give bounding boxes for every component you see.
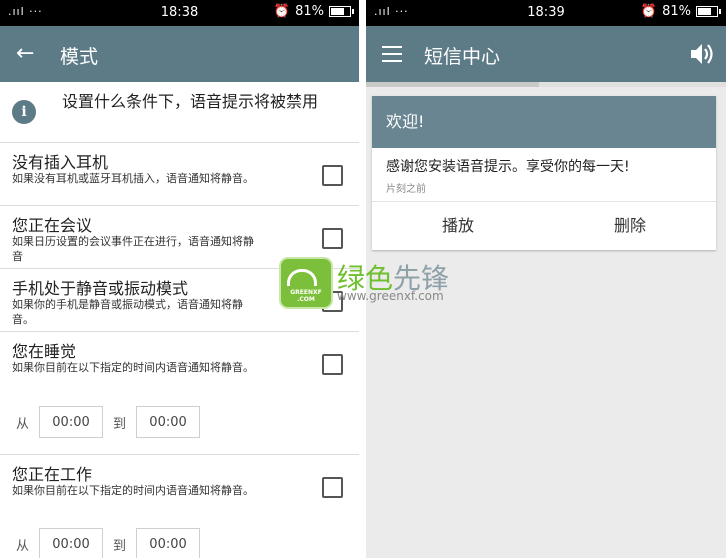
status-bar: .ııl ··· 18:38 ⏰ 81%	[0, 0, 359, 26]
sleep-time-range: 从 00:00 到 00:00	[16, 405, 210, 439]
back-arrow-icon[interactable]: ←	[16, 42, 40, 66]
from-label: 从	[16, 538, 30, 554]
setting-title: 您在睡觉	[12, 342, 77, 361]
sleeping-checkbox[interactable]	[322, 354, 343, 375]
play-button[interactable]: 播放	[372, 202, 544, 250]
status-bar: .ııl ··· 18:39 ⏰ 81%	[366, 0, 726, 26]
setting-working[interactable]: 您正在工作 如果你目前在以下指定的时间内语音通知将静音。 从 00:00 到 0…	[0, 455, 359, 558]
watermark-url: www.greenxf.com	[337, 289, 444, 303]
message-time: 片刻之前	[386, 184, 426, 195]
setting-title: 您正在工作	[12, 465, 93, 484]
in-meeting-checkbox[interactable]	[322, 228, 343, 249]
setting-title: 没有插入耳机	[12, 153, 109, 172]
battery-icon	[696, 6, 721, 17]
speaker-icon[interactable]	[688, 40, 716, 68]
app-bar: ← 模式	[0, 26, 359, 82]
setting-sleeping[interactable]: 您在睡觉 如果你目前在以下指定的时间内语音通知将静音。 从 00:00 到 00…	[0, 332, 359, 455]
battery-percent: 81%	[662, 4, 691, 19]
info-text: 设置什么条件下，语音提示将被禁用	[62, 92, 319, 111]
wifi-logo-icon	[287, 269, 317, 286]
alarm-icon: ⏰	[640, 4, 658, 19]
setting-description: 如果日历设置的会议事件正在进行，语音通知将静音	[12, 235, 254, 263]
no-headset-checkbox[interactable]	[322, 165, 343, 186]
message-card: 欢迎! 感谢您安装语音提示。享受你的每一天! 片刻之前 播放 删除	[372, 96, 716, 250]
setting-description: 如果没有耳机或蓝牙耳机插入，语音通知将静音。	[12, 172, 254, 185]
alarm-icon: ⏰	[273, 4, 291, 19]
sleep-to-time[interactable]: 00:00	[136, 406, 201, 438]
work-time-range: 从 00:00 到 00:00	[16, 527, 210, 558]
setting-title: 您正在会议	[12, 216, 93, 235]
menu-icon[interactable]	[380, 44, 404, 64]
info-icon: i	[12, 100, 36, 124]
sleep-from-time[interactable]: 00:00	[39, 406, 104, 438]
card-header: 欢迎!	[372, 96, 716, 148]
setting-description: 如果你目前在以下指定的时间内语音通知将静音。	[12, 484, 254, 497]
from-label: 从	[16, 416, 30, 432]
page-title: 模式	[60, 46, 99, 68]
work-from-time[interactable]: 00:00	[39, 528, 104, 558]
setting-description: 如果你目前在以下指定的时间内语音通知将静音。	[12, 361, 254, 374]
work-to-time[interactable]: 00:00	[136, 528, 201, 558]
card-body: 感谢您安装语音提示。享受你的每一天! 片刻之前	[372, 148, 716, 202]
watermark-logo: GREENXF .COM	[279, 257, 333, 309]
to-label: 到	[113, 416, 127, 432]
message-text: 感谢您安装语音提示。享受你的每一天!	[386, 159, 630, 175]
info-banner: i 设置什么条件下，语音提示将被禁用	[0, 82, 359, 143]
battery-percent: 81%	[295, 4, 324, 19]
app-bar: 短信中心	[366, 26, 726, 82]
battery-icon	[329, 6, 354, 17]
setting-description: 如果你的手机是静音或振动模式，语音通知将静音。	[12, 298, 243, 326]
card-actions: 播放 删除	[372, 202, 716, 250]
delete-button[interactable]: 删除	[544, 202, 716, 250]
working-checkbox[interactable]	[322, 477, 343, 498]
setting-no-headset[interactable]: 没有插入耳机 如果没有耳机或蓝牙耳机插入，语音通知将静音。	[0, 143, 359, 206]
loading-progress	[366, 82, 726, 87]
setting-title: 手机处于静音或振动模式	[12, 279, 189, 298]
page-title: 短信中心	[424, 46, 501, 68]
to-label: 到	[113, 538, 127, 554]
